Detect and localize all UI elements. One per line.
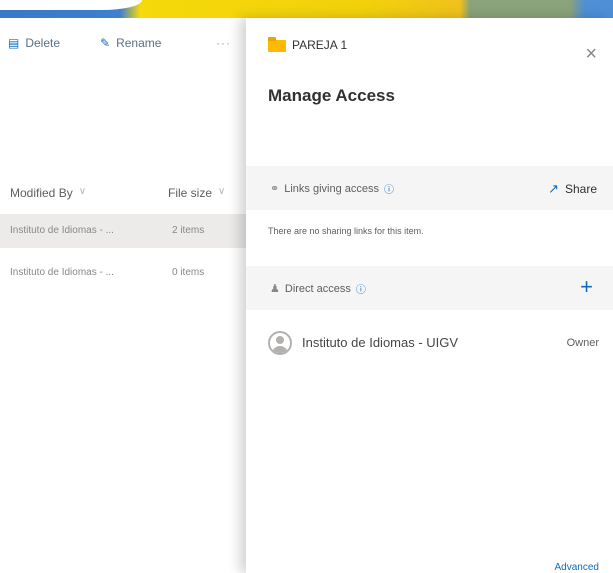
manage-access-panel: PAREJA 1 × Manage Access ⚭ Links giving …	[246, 18, 613, 573]
member-row[interactable]: Instituto de Idiomas - UIGV Owner	[268, 331, 613, 361]
column-header-file-size[interactable]: File size ∨	[168, 186, 225, 200]
member-name: Instituto de Idiomas - UIGV	[302, 335, 459, 350]
links-section-header: ⚭ Links giving access ⓘ	[270, 181, 394, 197]
info-icon[interactable]: ⓘ	[384, 181, 394, 196]
direct-section-header: ♟ Direct access ⓘ	[270, 281, 366, 297]
share-button[interactable]: ↗ Share	[548, 181, 597, 197]
table-row[interactable]: Instituto de Idiomas - ... 0 items	[0, 256, 246, 290]
links-giving-access-section: ⚭ Links giving access ⓘ ↗ Share	[246, 166, 613, 210]
more-commands-button[interactable]: ···	[216, 36, 231, 50]
column-header-modified-by[interactable]: Modified By ∨	[10, 186, 86, 200]
no-links-message: There are no sharing links for this item…	[268, 226, 424, 236]
modified-by-cell: Instituto de Idiomas - ...	[10, 267, 114, 278]
direct-access-section: ♟ Direct access ⓘ +	[246, 266, 613, 310]
share-icon: ↗	[548, 181, 559, 196]
file-size-cell: 0 items	[172, 267, 205, 278]
panel-title: Manage Access	[268, 86, 395, 105]
advanced-link[interactable]: Advanced	[555, 562, 599, 573]
link-icon: ⚭	[270, 183, 280, 195]
member-role[interactable]: Owner	[567, 337, 599, 349]
folder-icon	[268, 37, 286, 52]
add-access-button[interactable]: +	[580, 274, 593, 300]
chevron-down-icon: ∨	[78, 186, 87, 197]
links-section-label: Links giving access	[284, 182, 379, 195]
app-header-strip	[0, 0, 613, 18]
table-row[interactable]: Instituto de Idiomas - ... 2 items	[0, 214, 246, 248]
close-icon[interactable]: ×	[585, 44, 597, 64]
trash-icon: ▤	[8, 36, 20, 50]
person-icon: ♟	[270, 283, 280, 295]
header-curve	[0, 0, 142, 10]
rename-icon: ✎	[100, 36, 111, 50]
more-label: ···	[216, 36, 231, 50]
file-list-background: ▤ Delete ✎ Rename ··· Modified By ∨ File…	[0, 18, 246, 573]
share-label: Share	[564, 182, 597, 196]
info-icon[interactable]: ⓘ	[356, 281, 366, 296]
delete-command[interactable]: ▤ Delete	[8, 36, 60, 50]
direct-section-label: Direct access	[284, 282, 351, 295]
folder-name: PAREJA 1	[292, 38, 348, 52]
chevron-down-icon: ∨	[218, 186, 226, 197]
file-size-cell: 2 items	[172, 225, 205, 236]
avatar	[268, 331, 292, 355]
modified-by-cell: Instituto de Idiomas - ...	[10, 225, 114, 236]
rename-label: Rename	[116, 36, 162, 50]
rename-command[interactable]: ✎ Rename	[100, 36, 161, 50]
delete-label: Delete	[25, 36, 61, 50]
column-label: Modified By	[10, 186, 73, 200]
column-label: File size	[168, 186, 213, 200]
